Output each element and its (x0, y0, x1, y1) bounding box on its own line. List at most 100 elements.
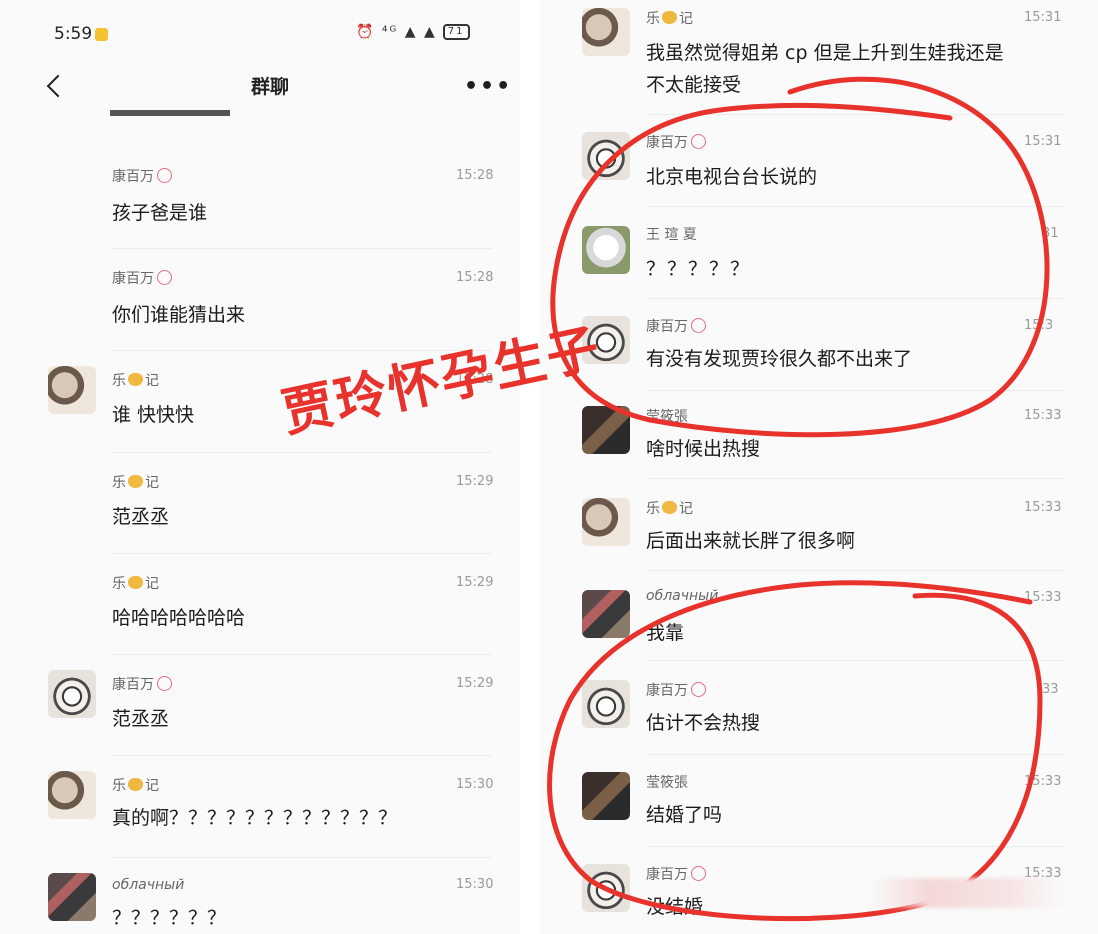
badge-icon (691, 682, 706, 697)
message-time: 15:33 (1024, 408, 1062, 423)
sender-name: 莹筱張 (646, 775, 688, 791)
avatar[interactable] (582, 498, 630, 546)
sender-name: 乐记 (112, 778, 159, 794)
chat-message[interactable]: 康百万 33 估计不会热搜 (540, 676, 1098, 766)
chat-message[interactable]: 乐记 15:31 我虽然觉得姐弟 cp 但是上升到生娃我还是 不太能接受 (540, 4, 1098, 114)
cat-emoji-icon (662, 501, 677, 514)
status-bar: 5:59 ⏰ ⁴ᴳ ▲ ▲ 71 (0, 0, 520, 62)
sender-name: 乐记 (112, 576, 159, 592)
message-time: 15:33 (1024, 500, 1062, 515)
message-text-line2: 不太能接受 (646, 74, 742, 96)
divider (112, 350, 492, 351)
chat-message[interactable]: 康百万 15:28 你们谁能猜出来 (0, 262, 520, 352)
chat-message[interactable]: 乐记 15:29 范丞丞 (0, 466, 520, 556)
message-time: 15:33 (1024, 590, 1062, 605)
message-time: 15:31 (1024, 10, 1062, 25)
sender-name: 乐记 (112, 373, 159, 389)
chat-message[interactable]: 康百万 15:33 没结婚 (540, 860, 1098, 934)
more-options-icon[interactable]: ••• (464, 74, 512, 99)
sender-name: 乐记 (646, 501, 693, 517)
avatar[interactable] (582, 406, 630, 454)
cat-emoji-icon (662, 11, 677, 24)
divider (112, 452, 492, 453)
message-text: 你们谁能猜出来 (112, 304, 246, 326)
divider (646, 206, 1066, 207)
divider (112, 553, 492, 554)
chat-message[interactable]: 康百万 15:29 范丞丞 (0, 668, 520, 758)
avatar[interactable] (48, 366, 96, 414)
message-time: 15:33 (1024, 774, 1062, 789)
divider (112, 857, 492, 858)
divider (112, 755, 492, 756)
divider (646, 754, 1066, 755)
chat-message[interactable]: 康百万 15:28 孩子爸是谁 (0, 160, 520, 250)
avatar[interactable] (582, 132, 630, 180)
message-text: ？？？？？ (646, 258, 752, 280)
message-text: 谁 快快快 (112, 404, 195, 426)
message-time: 15:29 (456, 474, 494, 489)
message-text: 范丞丞 (112, 506, 170, 528)
status-icons: ⏰ ⁴ᴳ ▲ ▲ 71 (356, 24, 470, 40)
badge-icon (157, 270, 172, 285)
divider (646, 570, 1066, 571)
badge-icon (691, 866, 706, 881)
chat-message[interactable]: 王 瑄 夏 31 ？？？？？ (540, 220, 1098, 310)
message-text: 哈哈哈哈哈哈哈 (112, 607, 246, 629)
avatar[interactable] (48, 771, 96, 819)
avatar[interactable] (582, 772, 630, 820)
message-time: 15:3 (1024, 318, 1054, 333)
divider (112, 248, 492, 249)
avatar[interactable] (582, 864, 630, 912)
avatar[interactable] (582, 8, 630, 56)
avatar[interactable] (48, 873, 96, 921)
divider (646, 478, 1066, 479)
message-time: 15:28 (456, 372, 494, 387)
sender-name: 康百万 (646, 680, 706, 700)
status-time: 5:59 (54, 24, 93, 44)
avatar[interactable] (582, 590, 630, 638)
message-time: 31 (1042, 226, 1059, 241)
avatar[interactable] (582, 680, 630, 728)
sender-name: 康百万 (646, 132, 706, 152)
sender-name: 莹筱張 (646, 409, 688, 425)
cut-off-message (110, 104, 230, 116)
battery-icon: 71 (442, 24, 470, 40)
message-time: 15:30 (456, 777, 494, 792)
right-screenshot: 乐记 15:31 我虽然觉得姐弟 cp 但是上升到生娃我还是 不太能接受 康百万… (540, 0, 1098, 934)
message-text: 估计不会热搜 (646, 712, 761, 734)
chat-message[interactable]: 康百万 15:31 北京电视台台长说的 (540, 128, 1098, 218)
sender-name: 康百万 (112, 166, 172, 186)
message-text: 结婚了吗 (646, 804, 723, 826)
badge-icon (157, 168, 172, 183)
divider (646, 114, 1066, 115)
chat-header: 群聊 ••• (0, 62, 520, 110)
sender-name: 康百万 (112, 268, 172, 288)
divider (646, 660, 1066, 661)
chat-message[interactable]: 莹筱張 15:33 结婚了吗 (540, 768, 1098, 858)
signal-icon: ⏰ ⁴ᴳ ▲ ▲ (356, 24, 437, 40)
avatar[interactable] (582, 316, 630, 364)
message-text: 没结婚 (646, 896, 704, 918)
divider (112, 654, 492, 655)
chat-message[interactable]: 乐记 15:29 哈哈哈哈哈哈哈 (0, 567, 520, 657)
chat-message[interactable]: облачный 15:30 ？？？？？？ (0, 871, 520, 934)
message-time: 15:28 (456, 168, 494, 183)
sender-name: 康百万 (646, 864, 706, 884)
cat-emoji-icon (128, 373, 143, 386)
message-time: 15:29 (456, 575, 494, 590)
left-screenshot: 5:59 ⏰ ⁴ᴳ ▲ ▲ 71 群聊 ••• 康百万 15:28 孩子爸是谁 … (0, 0, 520, 934)
chat-title: 群聊 (250, 76, 289, 98)
avatar[interactable] (48, 670, 96, 718)
chat-message[interactable]: 乐记 15:30 真的啊？？？？？？？？？？？？ (0, 769, 520, 859)
message-time: 15:29 (456, 676, 494, 691)
chat-message[interactable]: 康百万 15:3 有没有发现贾玲很久都不出来了 (540, 312, 1098, 402)
avatar[interactable] (582, 226, 630, 274)
message-time: 15:30 (456, 877, 494, 892)
chat-message[interactable]: 乐记 15:28 谁 快快快 (0, 364, 520, 454)
message-text: 北京电视台台长说的 (646, 166, 818, 188)
message-text: 啥时候出热搜 (646, 438, 761, 460)
sender-name: 康百万 (646, 316, 706, 336)
message-text: 有没有发现贾玲很久都不出来了 (646, 348, 913, 370)
sender-name: 乐记 (112, 475, 159, 491)
message-time: 15:28 (456, 270, 494, 285)
